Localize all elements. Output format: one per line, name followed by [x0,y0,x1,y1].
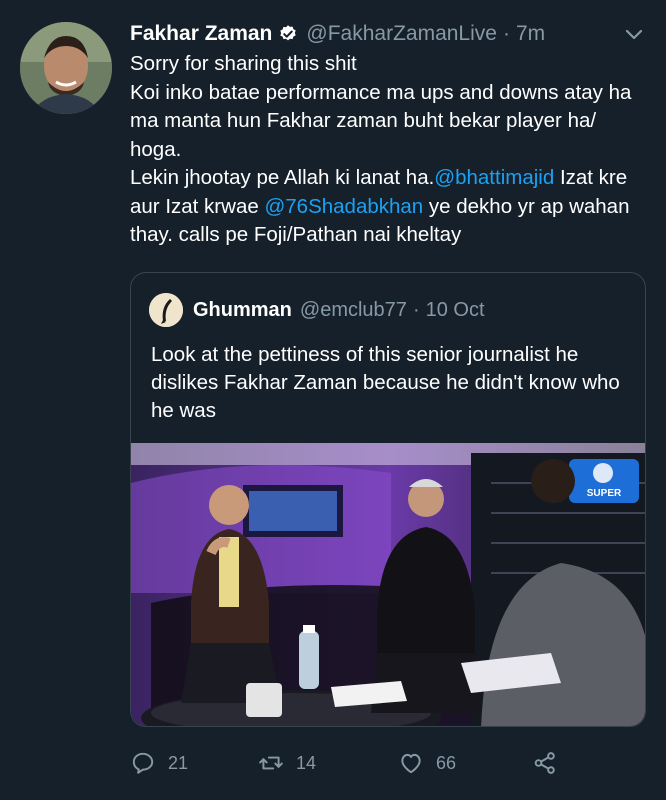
author-avatar[interactable] [20,22,112,114]
tweet-header: Fakhar Zaman @FakharZamanLive · 7m [130,20,646,48]
reply-count: 21 [168,752,189,773]
mention-link[interactable]: @bhattimajid [434,166,554,189]
tweet-card[interactable]: Fakhar Zaman @FakharZamanLive · 7m Sorry… [0,0,666,800]
author-handle[interactable]: @FakharZamanLive [306,22,497,46]
quoted-header: Ghumman @emclub77 · 10 Oct [149,293,485,327]
quoted-video-thumbnail[interactable]: SUPER [131,443,645,726]
reply-button[interactable]: 21 [130,750,188,776]
chevron-down-icon[interactable] [624,24,644,44]
quoted-handle[interactable]: @emclub77 [300,299,407,322]
quoted-avatar[interactable] [149,293,183,327]
quoted-tweet[interactable]: Ghumman @emclub77 · 10 Oct Look at the p… [130,272,646,727]
tweet-line: Lekin jhootay pe Allah ki lanat ha.@bhat… [130,164,650,250]
like-icon [401,753,421,774]
quoted-author-name[interactable]: Ghumman [193,299,292,322]
tweet-line: Koi inko batae performance ma ups and do… [130,80,632,161]
like-count: 66 [436,752,457,773]
share-icon [534,752,555,774]
retweet-icon [259,756,283,770]
tweet-line: Sorry for sharing this shit [130,52,357,75]
tweet-actions: 21 14 66 [130,750,590,790]
retweet-count: 14 [296,752,317,773]
quoted-text: Look at the pettiness of this senior jou… [151,343,620,422]
mention-link[interactable]: @76Shadabkhan [264,195,423,218]
verified-badge-icon [278,24,298,44]
reply-icon [132,752,154,774]
separator-dot: · [412,298,420,321]
author-name[interactable]: Fakhar Zaman [130,22,272,46]
tweet-text: Lekin jhootay pe Allah ki lanat ha. [130,166,435,189]
retweet-button[interactable]: 14 [258,750,316,776]
share-button[interactable] [532,750,570,776]
separator-dot: · [502,22,510,45]
tv-logo-text: SUPER [587,488,622,499]
quoted-timestamp[interactable]: 10 Oct [426,299,485,322]
like-button[interactable]: 66 [398,750,456,776]
tweet-body: Sorry for sharing this shit Koi inko bat… [130,50,650,250]
tweet-timestamp[interactable]: 7m [516,22,545,46]
